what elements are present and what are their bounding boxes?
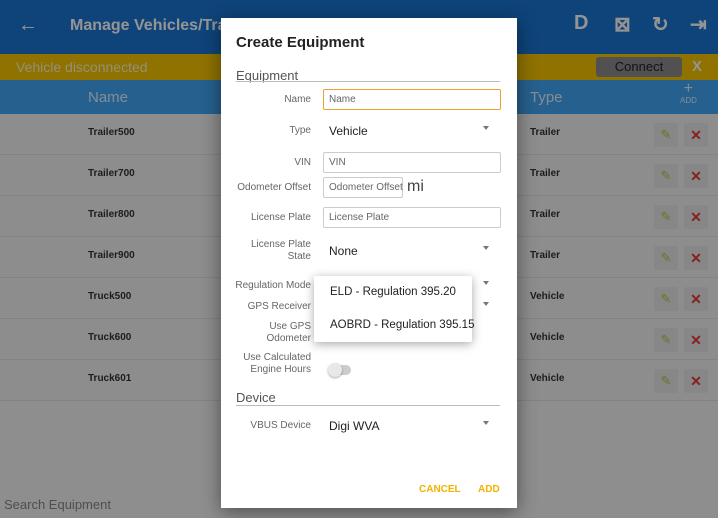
odometer-unit: mi — [407, 178, 424, 195]
license-plate-state-value: None — [329, 244, 358, 258]
name-label: Name — [284, 94, 311, 105]
license-plate-state-select[interactable]: None — [323, 240, 501, 262]
divider — [236, 405, 500, 406]
use-gps-odometer-label-line2: Odometer — [266, 333, 311, 344]
vbus-device-select[interactable]: Digi WVA — [323, 415, 501, 437]
license-plate-state-label-line2: State — [287, 251, 311, 262]
dialog-title: Create Equipment — [236, 34, 365, 51]
dropdown-arrow-icon — [483, 126, 489, 130]
calculated-engine-hours-label-line2: Engine Hours — [250, 364, 311, 375]
divider — [236, 81, 500, 82]
regulation-mode-dropdown: ELD - Regulation 395.20 AOBRD - Regulati… — [314, 276, 474, 342]
type-label: Type — [289, 125, 311, 136]
use-gps-odometer-label: Use GPS Odometer — [221, 321, 311, 345]
use-gps-odometer-label-line1: Use GPS — [269, 321, 311, 332]
add-button[interactable]: ADD — [478, 484, 500, 495]
calculated-engine-hours-toggle[interactable] — [328, 363, 351, 377]
cancel-button[interactable]: CANCEL — [419, 484, 461, 495]
device-section-header: Device — [236, 390, 276, 405]
regulation-option-aobrd[interactable]: AOBRD - Regulation 395.15 — [314, 309, 474, 342]
regulation-option-eld[interactable]: ELD - Regulation 395.20 — [314, 276, 472, 309]
type-select[interactable]: Vehicle — [323, 120, 501, 142]
type-value: Vehicle — [329, 124, 368, 138]
dropdown-arrow-icon — [483, 421, 489, 425]
create-equipment-dialog: Create Equipment Equipment Name Name Typ… — [221, 18, 517, 508]
regulation-mode-label: Regulation Mode — [235, 280, 311, 291]
license-plate-state-label-line1: License Plate — [250, 239, 311, 250]
odometer-offset-label: Odometer Offset — [237, 182, 311, 193]
dropdown-arrow-icon — [483, 246, 489, 250]
vbus-device-value: Digi WVA — [329, 419, 380, 433]
toggle-knob — [328, 363, 342, 377]
name-input[interactable]: Name — [323, 89, 501, 110]
dropdown-arrow-icon — [483, 302, 489, 306]
vbus-device-label: VBUS Device — [250, 420, 311, 431]
calculated-engine-hours-label-line1: Use Calculated — [243, 352, 311, 363]
vin-input[interactable]: VIN — [323, 152, 501, 173]
dropdown-arrow-icon — [483, 281, 489, 285]
gps-receiver-label: GPS Receiver — [247, 301, 311, 312]
calculated-engine-hours-label: Use Calculated Engine Hours — [221, 352, 311, 376]
odometer-offset-input[interactable]: Odometer Offset — [323, 177, 403, 198]
license-plate-input[interactable]: License Plate — [323, 207, 501, 228]
license-plate-label: License Plate — [250, 212, 311, 223]
license-plate-state-label: License Plate State — [221, 239, 311, 263]
vin-label: VIN — [294, 157, 311, 168]
